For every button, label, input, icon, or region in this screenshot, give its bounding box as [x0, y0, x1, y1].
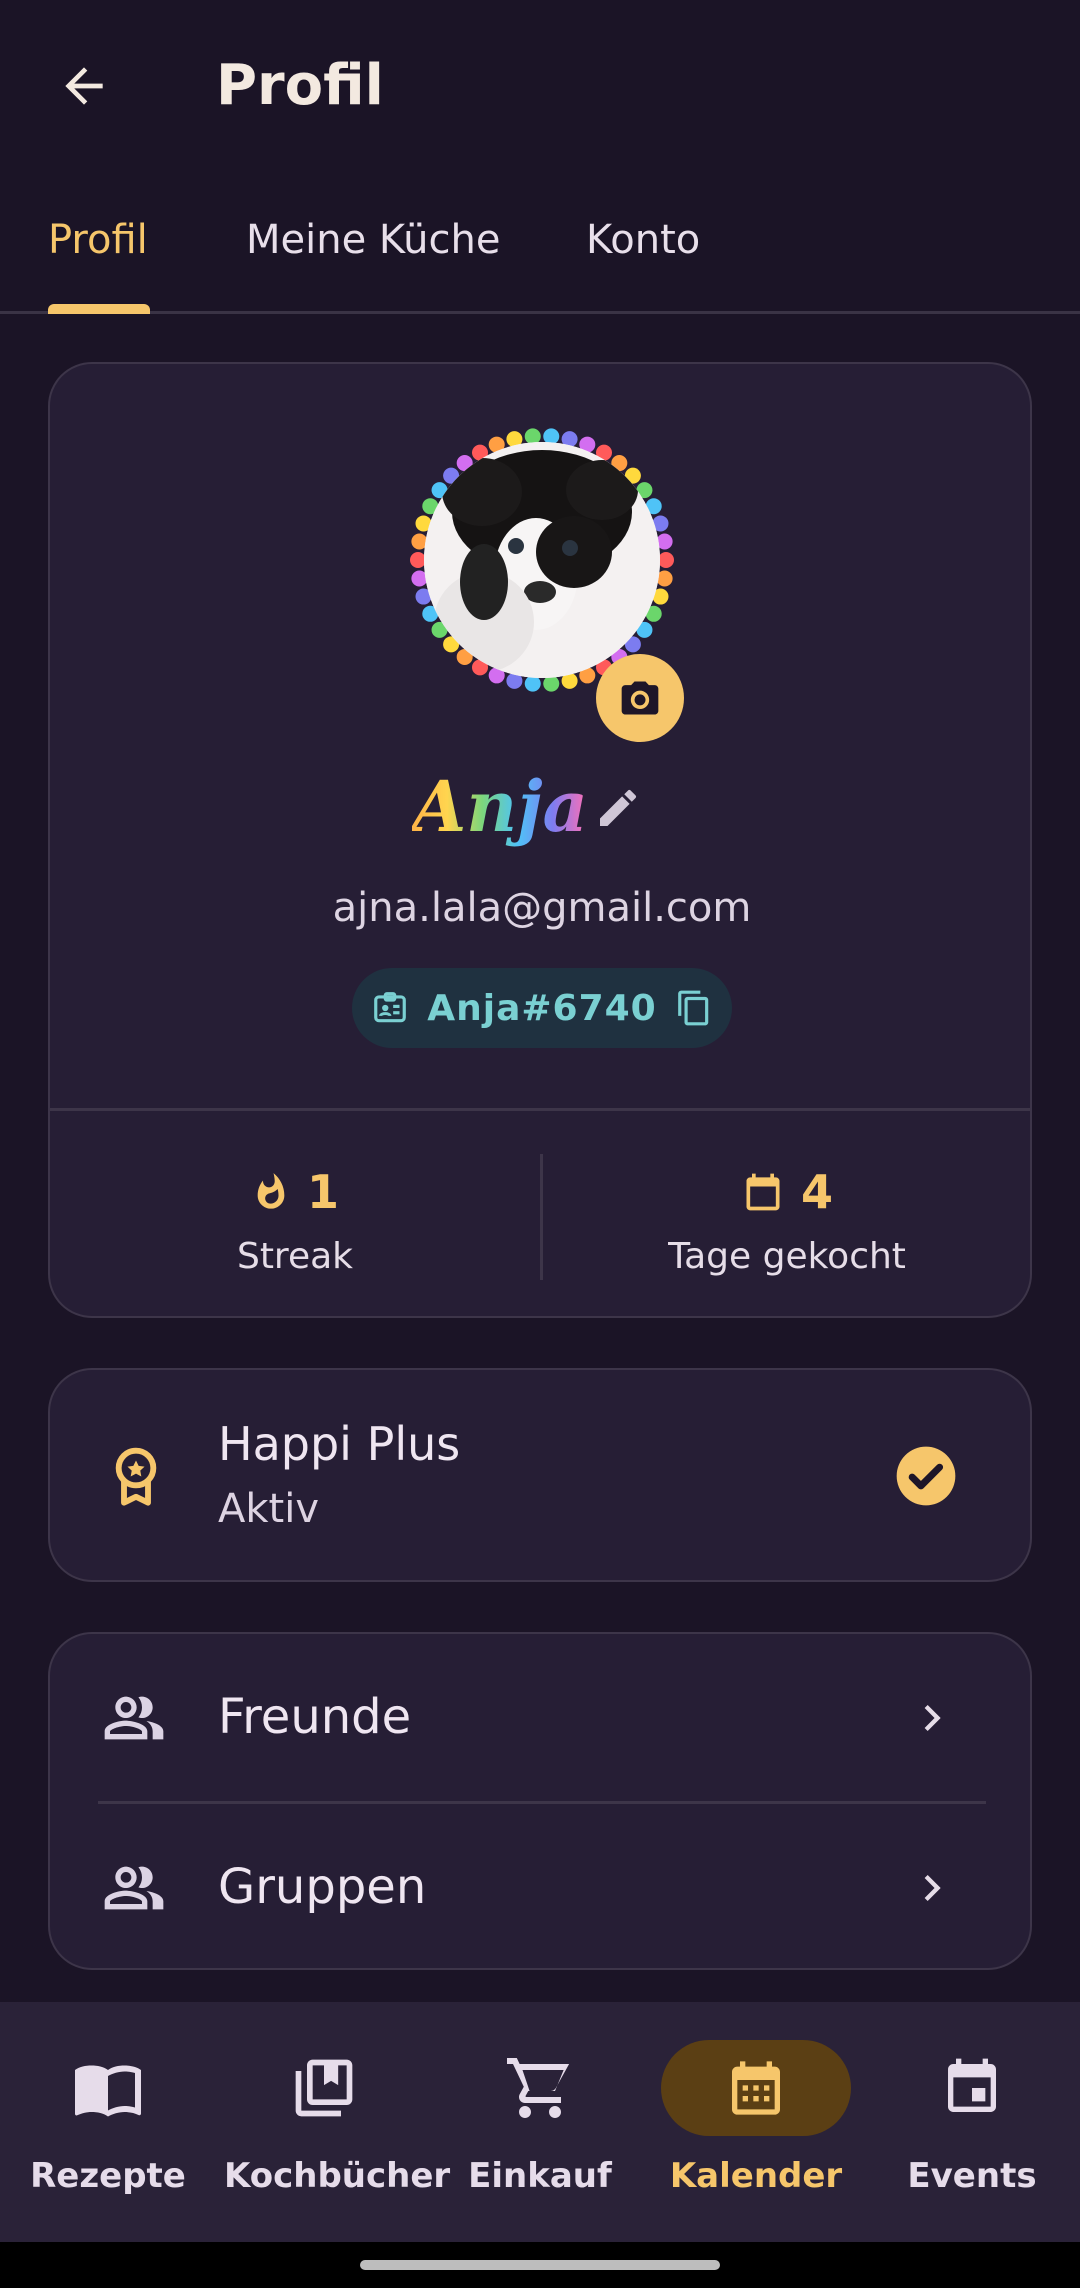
active-tab-indicator: [48, 304, 150, 314]
avatar[interactable]: [410, 428, 684, 742]
event-icon: [948, 2058, 996, 2112]
people-icon: [104, 1866, 164, 1910]
dog-photo-illustration: [424, 442, 660, 678]
nav-label: Rezepte: [30, 2156, 186, 2196]
nav-kochbuecher[interactable]: Kochbücher: [224, 2040, 451, 2210]
back-button[interactable]: [48, 50, 120, 122]
flame-icon: [257, 1173, 285, 1209]
tab-bar: Profil Meine Küche Konto: [0, 200, 1080, 314]
ring-dot: [524, 675, 541, 692]
award-badge-icon: [100, 1440, 172, 1512]
stat-streak: 1 Streak: [50, 1162, 540, 1277]
home-indicator[interactable]: [360, 2260, 720, 2270]
nav-label: Einkauf: [468, 2156, 612, 2196]
profile-card: Anja ajna.lala@gmail.com Anja#6740 1 Str…: [48, 362, 1032, 1318]
user-tag-text: Anja#6740: [427, 987, 657, 1029]
calendar-grid-icon: [732, 2061, 780, 2115]
ring-dot: [658, 552, 674, 568]
email-text: ajna.lala@gmail.com: [332, 885, 752, 931]
id-badge-icon: [374, 992, 407, 1023]
nav-events[interactable]: Events: [872, 2040, 1072, 2210]
nav-rezepte[interactable]: Rezepte: [8, 2040, 208, 2210]
nav-einkauf[interactable]: Einkauf: [440, 2040, 640, 2210]
social-card: Freunde Gruppen: [48, 1632, 1032, 1970]
subscription-card[interactable]: Happi Plus Aktiv: [48, 1368, 1032, 1582]
friends-row[interactable]: Freunde: [50, 1634, 1034, 1804]
book-icon: [75, 2065, 141, 2117]
page-title: Profil: [216, 53, 384, 118]
calendar-icon: [746, 1173, 780, 1211]
nav-label: Kalender: [669, 2156, 843, 2196]
tab-meine-kueche[interactable]: Meine Küche: [246, 214, 500, 266]
cart-icon: [507, 2058, 570, 2118]
edit-name-button[interactable]: [586, 776, 650, 840]
chevron-right-icon: [924, 1875, 941, 1901]
display-name: Anja: [412, 762, 588, 852]
streak-value: 1: [306, 1165, 339, 1219]
tab-konto[interactable]: Konto: [586, 214, 700, 266]
tab-profil[interactable]: Profil: [48, 214, 148, 266]
people-icon: [104, 1696, 164, 1740]
arrow-left-icon: [65, 67, 103, 105]
user-tag-chip[interactable]: Anja#6740: [352, 968, 732, 1048]
avatar-photo: [424, 442, 660, 678]
groups-label: Gruppen: [218, 1859, 427, 1915]
stats-divider: [50, 1108, 1030, 1111]
nav-label: Events: [907, 2156, 1037, 2196]
nav-label: Kochbücher: [224, 2156, 451, 2196]
name-row: Anja: [50, 762, 1034, 852]
chevron-right-icon: [924, 1705, 941, 1731]
stat-days-cooked: 4 Tage gekocht: [542, 1162, 1032, 1277]
check-circle-icon: [896, 1446, 956, 1506]
days-cooked-value: 4: [800, 1165, 833, 1219]
top-app-bar: Profil: [0, 0, 1080, 170]
subscription-status: Aktiv: [218, 1486, 319, 1532]
ring-dot: [543, 675, 560, 692]
nav-kalender[interactable]: Kalender: [656, 2040, 856, 2210]
subscription-title: Happi Plus: [218, 1417, 461, 1471]
streak-label: Streak: [236, 1236, 354, 1277]
pencil-icon: [600, 789, 637, 826]
app-root: Profil Profil Meine Küche Konto Anja ajn…: [0, 0, 1080, 2288]
friends-label: Freunde: [218, 1689, 412, 1745]
change-photo-button[interactable]: [596, 654, 684, 742]
days-cooked-label: Tage gekocht: [668, 1236, 906, 1277]
copy-icon[interactable]: [675, 989, 713, 1027]
groups-row[interactable]: Gruppen: [50, 1804, 1034, 1972]
bookmark-library-icon: [295, 2059, 353, 2117]
camera-icon: [621, 681, 659, 715]
bottom-navigation: Rezepte Kochbücher Einkauf Kalender Even…: [0, 2002, 1080, 2242]
